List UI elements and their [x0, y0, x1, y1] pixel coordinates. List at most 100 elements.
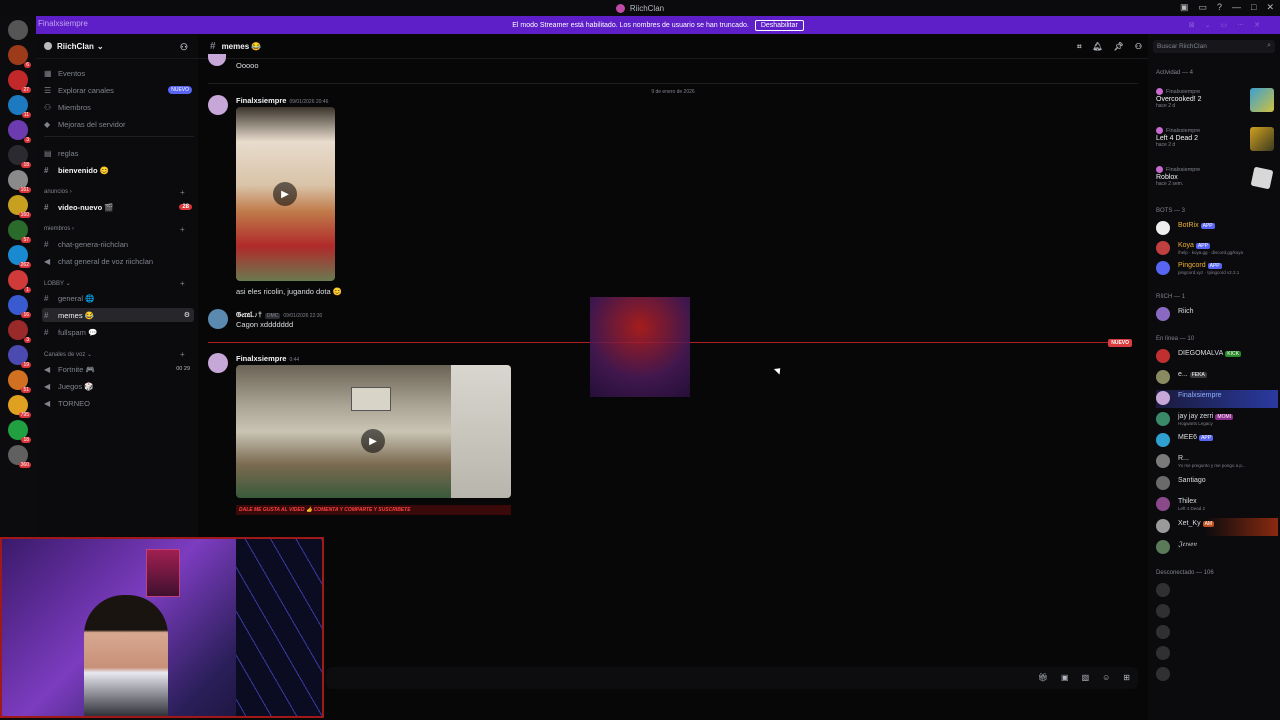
- member-item[interactable]: Thilex Left 4 Dead 2: [1156, 496, 1278, 514]
- server-icon[interactable]: 18: [8, 145, 31, 168]
- category-lobby[interactable]: LOBBY ⌄ +: [44, 279, 185, 288]
- settings-icon[interactable]: ⚙: [184, 311, 190, 319]
- picture-in-picture-video[interactable]: [590, 297, 690, 397]
- gif-icon[interactable]: ▣: [1061, 673, 1069, 682]
- member-item[interactable]: Koya APP/help · koya.gg · discord.gg/koya: [1156, 240, 1278, 258]
- member-item[interactable]: Santiago: [1156, 475, 1278, 493]
- server-icon[interactable]: 19: [8, 345, 31, 368]
- add-channel-icon[interactable]: +: [180, 188, 185, 197]
- video-attachment[interactable]: ▶: [236, 365, 511, 498]
- member-item[interactable]: DIEGOMALVA KICK: [1156, 348, 1278, 366]
- member-item[interactable]: [1156, 624, 1278, 642]
- channel-fullspam[interactable]: # fullspam 💬: [42, 325, 194, 339]
- member-item[interactable]: [1156, 603, 1278, 621]
- close-icon[interactable]: ✕: [1266, 2, 1274, 13]
- message-author[interactable]: Finalxsiempre 09/01/2026 20:46: [236, 96, 328, 105]
- member-item[interactable]: MEE6 APP: [1156, 432, 1278, 450]
- member-item[interactable]: [1156, 645, 1278, 663]
- server-icon[interactable]: 160: [8, 195, 31, 218]
- threads-icon[interactable]: ⌗: [1077, 42, 1082, 52]
- member-item[interactable]: Riich: [1156, 306, 1278, 324]
- member-item[interactable]: [1156, 582, 1278, 600]
- minimize-icon[interactable]: —: [1232, 2, 1241, 13]
- avatar[interactable]: [208, 353, 228, 373]
- sidebar-item-members[interactable]: ⚇ Miembros: [42, 100, 194, 114]
- activity-card[interactable]: Finalxsiempre Overcooked! 2 hace 2 d: [1156, 88, 1274, 118]
- server-icon[interactable]: 51: [8, 370, 31, 393]
- member-item[interactable]: e... FEKA: [1156, 369, 1278, 387]
- member-item[interactable]: Xet_Ky AM: [1156, 518, 1278, 536]
- avatar[interactable]: [208, 309, 228, 329]
- message-author[interactable]: Finalxsiempre 0:44: [236, 354, 299, 363]
- server-icon[interactable]: 795: [8, 395, 31, 418]
- add-channel-icon[interactable]: +: [180, 350, 185, 359]
- server-icon[interactable]: 11: [8, 95, 31, 118]
- channel-bienvenido[interactable]: # bienvenido 😊: [42, 163, 194, 177]
- server-icon[interactable]: 6: [8, 45, 31, 68]
- message-author[interactable]: 𝔊𝔢𝔯𝔞𝔩.♪† DMC 09/01/2026 22:30: [236, 310, 322, 320]
- server-icon[interactable]: 161: [8, 170, 31, 193]
- invite-icon[interactable]: ⚇: [180, 42, 188, 53]
- apps-icon[interactable]: ⊞: [1123, 673, 1130, 682]
- browse-icon: ☰: [44, 85, 52, 95]
- voice-torneo[interactable]: ◀ TORNEO: [42, 396, 194, 410]
- channel-video-nuevo[interactable]: # video-nuevo 🎬 28: [42, 200, 194, 214]
- member-item[interactable]: jay jay zerri MOMI Hogwarts Legacy: [1156, 411, 1278, 429]
- server-icon[interactable]: 360: [8, 445, 31, 468]
- category-voice[interactable]: Canales de voz ⌄ +: [44, 350, 185, 359]
- channel-reglas[interactable]: ▤ reglas: [42, 146, 194, 160]
- member-item[interactable]: 𝔍𝔢𝔯𝔰𝔬𝔫: [1156, 539, 1278, 557]
- add-channel-icon[interactable]: +: [180, 225, 185, 234]
- server-icon[interactable]: 18: [8, 420, 31, 443]
- activity-card[interactable]: Finalxsiempre Left 4 Dead 2 hace 2 d: [1156, 127, 1274, 157]
- channel-memes[interactable]: # memes 😂 ⚙: [42, 308, 194, 322]
- voice-juegos[interactable]: ◀ Juegos 🎲: [42, 379, 194, 393]
- webcam-overlay: [0, 537, 324, 718]
- home-icon[interactable]: [8, 20, 28, 40]
- inbox-icon[interactable]: ▣: [1180, 2, 1189, 13]
- pin-icon[interactable]: 📌︎: [1114, 42, 1124, 52]
- sidebar-item-events[interactable]: ▦ Eventos: [42, 66, 194, 80]
- play-icon[interactable]: ▶: [361, 429, 385, 453]
- screen-icon[interactable]: ▭: [1198, 2, 1207, 13]
- sidebar-item-boosts[interactable]: ◆ Mejoras del servidor: [42, 117, 194, 131]
- server-icon[interactable]: 3: [8, 320, 31, 343]
- play-icon[interactable]: ▶: [273, 182, 297, 206]
- sidebar-item-browse-channels[interactable]: ☰ Explorar canales NUEVO: [42, 83, 194, 97]
- member-list-icon[interactable]: ⚇: [1135, 42, 1142, 52]
- activity-card[interactable]: Finalxsiempre Roblox hace 2 sem.: [1156, 166, 1274, 196]
- member-item[interactable]: Finalxsiempre: [1156, 390, 1278, 408]
- sticker-icon[interactable]: ▧: [1082, 673, 1090, 682]
- avatar[interactable]: [208, 95, 228, 115]
- member-item[interactable]: Pingcord APP pingcord.xyz · !pingcord v2.2…: [1156, 260, 1278, 278]
- channel-general[interactable]: # general 🌐: [42, 291, 194, 305]
- member-item[interactable]: [1156, 666, 1278, 684]
- channel-voice-general[interactable]: ◀ chat general de voz riichclan: [42, 254, 194, 268]
- server-icon[interactable]: 16: [8, 295, 31, 318]
- maximize-icon[interactable]: □: [1251, 2, 1256, 13]
- help-icon[interactable]: ?: [1217, 2, 1222, 13]
- video-attachment[interactable]: ▶: [236, 107, 335, 281]
- emoji-icon[interactable]: ☺: [1102, 673, 1110, 682]
- member-item[interactable]: R... Yo me pregunto y me pongo a p...: [1156, 453, 1278, 471]
- server-icon[interactable]: 1: [8, 270, 31, 293]
- voice-fortnite[interactable]: ◀ Fortnite 🎮 00 29: [42, 362, 194, 376]
- activity-header: Actividad — 4: [1156, 70, 1194, 76]
- server-icon[interactable]: 57: [8, 220, 31, 243]
- gift-icon[interactable]: 🎁︎: [1038, 673, 1048, 682]
- server-icon[interactable]: 27: [8, 70, 31, 93]
- add-channel-icon[interactable]: +: [180, 279, 185, 288]
- guild-header[interactable]: RiichClan ⌄ ⚇: [36, 34, 198, 59]
- server-icon[interactable]: 3: [8, 120, 31, 143]
- category-anuncios[interactable]: anuncios › +: [44, 188, 185, 197]
- search-input[interactable]: Buscar RiichClan ⌕: [1153, 40, 1275, 53]
- member-item[interactable]: BotRix APP: [1156, 220, 1278, 238]
- channel-chat-genera[interactable]: # chat-genera-riichclan: [42, 237, 194, 251]
- category-miembros[interactable]: miembros › +: [44, 225, 185, 234]
- server-icon[interactable]: 262: [8, 245, 31, 268]
- bell-icon[interactable]: 🔔︎: [1093, 42, 1103, 52]
- disable-streamer-button[interactable]: Deshabilitar: [754, 19, 804, 31]
- avatar[interactable]: [208, 54, 226, 66]
- guild-name: RiichClan: [57, 41, 94, 51]
- message-input[interactable]: 🎁︎ ▣ ▧ ☺ ⊞: [326, 667, 1138, 689]
